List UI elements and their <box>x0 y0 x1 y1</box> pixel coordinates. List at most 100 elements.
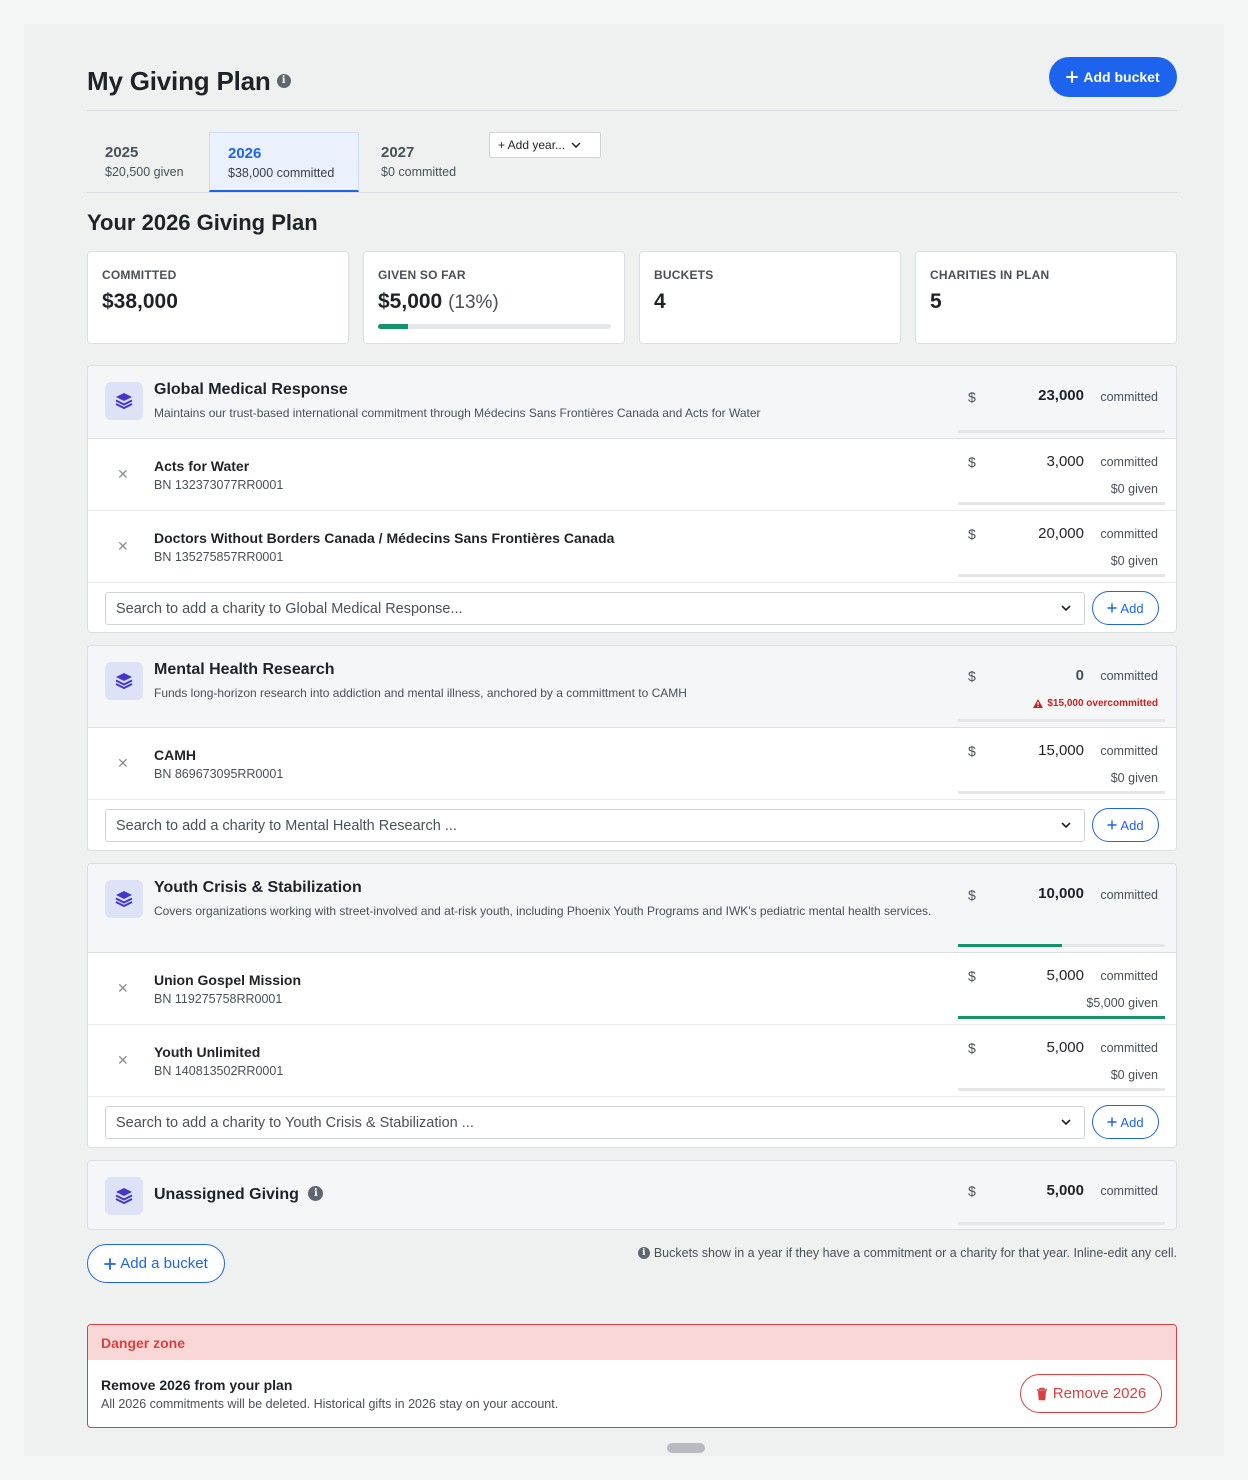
given-progress-fill <box>378 324 409 329</box>
stat-percent: (13%) <box>448 292 499 313</box>
currency-symbol: $ <box>968 887 976 903</box>
page-title: My Giving Plan i <box>87 66 291 97</box>
currency-symbol: $ <box>968 968 976 984</box>
tab-sub: $0 committed <box>381 165 457 179</box>
add-label: Add <box>1120 1114 1144 1130</box>
charity-row: ✕ Youth Unlimited BN 140813502RR0001 $ 5… <box>88 1025 1176 1097</box>
charity-bn: BN 132373077RR0001 <box>154 478 284 492</box>
add-charity-row: Search to add a charity to Youth Crisis … <box>88 1097 1176 1147</box>
charity-amount-cell[interactable]: $ 5,000 committed $5,000 given <box>956 953 1176 1024</box>
warning-icon <box>1033 699 1044 708</box>
info-icon: i <box>637 1247 650 1259</box>
charity-row: ✕ CAMH BN 869673095RR0001 $ 15,000 commi… <box>88 728 1176 800</box>
add-year-dropdown[interactable]: + Add year... <box>489 132 601 158</box>
add-a-bucket-button[interactable]: Add a bucket <box>87 1244 225 1283</box>
info-icon[interactable]: i <box>276 74 291 89</box>
bucket-amount-cell[interactable]: $ 10,000 committed <box>956 864 1176 952</box>
bucket-amount[interactable]: 23,000 <box>1038 387 1084 404</box>
charity-row: ✕ Acts for Water BN 132373077RR0001 $ 3,… <box>88 439 1176 511</box>
bucket-amount[interactable]: 10,000 <box>1038 885 1084 902</box>
given-label: $0 given <box>1110 554 1158 568</box>
danger-description: All 2026 commitments will be deleted. Hi… <box>101 1397 559 1411</box>
charity-bn: BN 869673095RR0001 <box>154 767 284 781</box>
tab-2026[interactable]: 2026 $38,000 committed <box>209 132 359 192</box>
stat-label: COMMITTED <box>102 268 177 282</box>
tab-sub: $20,500 given <box>105 165 184 179</box>
charity-bn: BN 119275758RR0001 <box>154 992 283 1006</box>
charity-amount[interactable]: 5,000 <box>1046 1039 1084 1056</box>
plus-icon <box>104 1257 117 1270</box>
charity-amount-cell[interactable]: $ 15,000 committed $0 given <box>956 728 1176 799</box>
remove-year-button[interactable]: Remove 2026 <box>1020 1374 1162 1413</box>
content: My Giving Plan i Add bucket 2025 $20,500 … <box>87 24 1177 1453</box>
charity-search-input[interactable]: Search to add a charity to Youth Crisis … <box>105 1106 1085 1139</box>
charity-amount[interactable]: 15,000 <box>1038 742 1084 759</box>
charity-amount[interactable]: 3,000 <box>1046 453 1084 470</box>
close-icon[interactable]: ✕ <box>117 980 129 997</box>
bucket-amount-cell[interactable]: $ 23,000 committed <box>956 366 1176 438</box>
charity-search-input[interactable]: Search to add a charity to Mental Health… <box>105 809 1085 842</box>
bucket-name[interactable]: Youth Crisis & Stabilization <box>154 879 362 897</box>
add-bucket-button[interactable]: Add bucket <box>1049 57 1177 97</box>
bucket-progress-bar <box>958 430 1165 433</box>
search-placeholder: Search to add a charity to Mental Health… <box>116 817 457 834</box>
charity-amount-cell[interactable]: $ 3,000 committed $0 given <box>956 439 1176 510</box>
charity-search-input[interactable]: Search to add a charity to Global Medica… <box>105 592 1085 625</box>
plus-icon <box>1107 820 1118 830</box>
committed-label: committed <box>1100 1041 1158 1055</box>
close-icon[interactable]: ✕ <box>117 1052 129 1069</box>
info-icon[interactable]: i <box>308 1186 324 1202</box>
bucket-name[interactable]: Global Medical Response <box>154 381 348 399</box>
add-charity-button[interactable]: Add <box>1092 591 1159 625</box>
close-icon[interactable]: ✕ <box>117 755 129 772</box>
bucket-description[interactable]: Maintains our trust-based international … <box>154 405 934 422</box>
drag-handle[interactable] <box>667 1443 705 1453</box>
danger-zone: Danger zone Remove 2026 from your plan A… <box>87 1324 1177 1428</box>
charity-amount[interactable]: 20,000 <box>1038 525 1084 542</box>
year-tabs: 2025 $20,500 given 2026 $38,000 committe… <box>87 111 1177 193</box>
tab-year: 2025 <box>105 144 139 161</box>
bucket-description[interactable]: Covers organizations working with street… <box>154 903 934 920</box>
layers-icon <box>105 382 143 420</box>
bucket-name[interactable]: Mental Health Research <box>154 661 335 679</box>
remove-year-label: Remove 2026 <box>1052 1385 1147 1402</box>
page-title-text: My Giving Plan <box>87 66 271 96</box>
bucket-header: Unassigned Giving i $ 5,000 committed <box>88 1161 1176 1229</box>
tab-2027[interactable]: 2027 $0 committed <box>363 132 483 192</box>
charity-name: CAMH <box>154 747 196 763</box>
add-label: Add <box>1120 600 1144 616</box>
chevron-down-icon <box>1061 605 1071 612</box>
bucket-amount[interactable]: 5,000 <box>1046 1182 1084 1199</box>
tab-year: 2027 <box>381 144 415 161</box>
committed-label: committed <box>1100 390 1158 404</box>
close-icon[interactable]: ✕ <box>117 466 129 483</box>
stat-value-row: $5,000 (13%) <box>378 290 610 314</box>
charity-progress-bar <box>958 791 1165 794</box>
bucket-amount[interactable]: 0 <box>1076 667 1084 684</box>
search-placeholder: Search to add a charity to Global Medica… <box>116 600 463 617</box>
close-icon[interactable]: ✕ <box>117 538 129 555</box>
warning-text: $15,000 overcommitted <box>1047 698 1158 709</box>
charity-amount-cell[interactable]: $ 5,000 committed $0 given <box>956 1025 1176 1096</box>
bucket-description[interactable]: Funds long-horizon research into addicti… <box>154 685 934 702</box>
charity-row: ✕ Union Gospel Mission BN 119275758RR000… <box>88 953 1176 1025</box>
bucket-amount-cell[interactable]: $ 0 committed $15,000 overcommitted <box>956 646 1176 727</box>
bucket-amount-cell[interactable]: $ 5,000 committed <box>956 1161 1176 1229</box>
bucket-global-medical-response: Global Medical Response Maintains our tr… <box>87 365 1177 633</box>
charity-amount[interactable]: 5,000 <box>1046 967 1084 984</box>
add-charity-button[interactable]: Add <box>1092 1105 1159 1139</box>
bucket-progress-bar <box>958 719 1165 722</box>
tab-year: 2026 <box>228 145 262 162</box>
given-label: $5,000 given <box>1086 996 1158 1010</box>
charity-progress-bar <box>958 1088 1165 1091</box>
charity-row: ✕ Doctors Without Borders Canada / Médec… <box>88 511 1176 583</box>
tab-sub: $38,000 committed <box>228 166 335 180</box>
bucket-progress-fill <box>958 944 1062 947</box>
charity-name: Acts for Water <box>154 458 250 474</box>
chevron-down-icon <box>1061 1119 1071 1126</box>
tab-2025[interactable]: 2025 $20,500 given <box>87 132 207 192</box>
layers-icon <box>105 1177 143 1215</box>
layers-icon <box>105 662 143 700</box>
charity-amount-cell[interactable]: $ 20,000 committed $0 given <box>956 511 1176 582</box>
add-charity-button[interactable]: Add <box>1092 808 1159 842</box>
